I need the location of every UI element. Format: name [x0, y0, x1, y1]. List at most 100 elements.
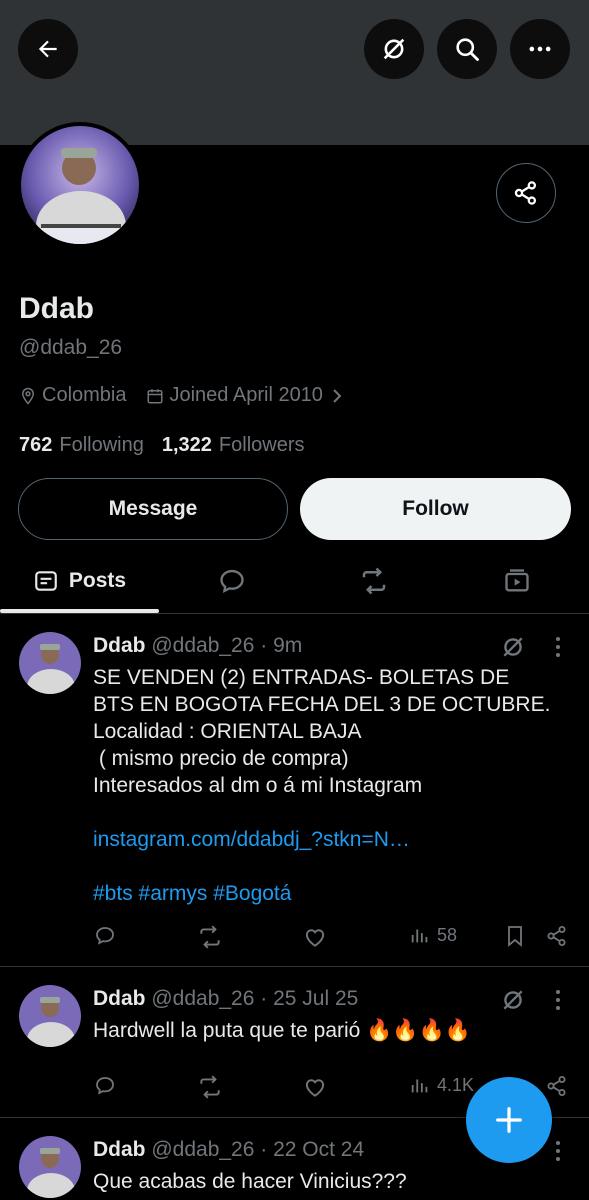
chevron-right-icon[interactable] [331, 388, 343, 404]
views-icon [411, 1079, 428, 1093]
post-avatar[interactable] [19, 1136, 81, 1198]
post-text-line: ( mismo precio de compra) [93, 747, 349, 770]
active-tab-indicator [0, 609, 159, 613]
grok-button[interactable] [364, 19, 424, 79]
post-avatar[interactable] [19, 985, 81, 1047]
repost-button[interactable] [197, 924, 223, 950]
post-header: Ddab @ddab_26 · 25 Jul 25 [93, 987, 358, 1011]
views-button[interactable]: 4.1K [409, 1074, 474, 1096]
repost-button[interactable] [197, 1074, 223, 1100]
heart-icon [305, 929, 325, 947]
profile-handle: @ddab_26 [19, 336, 123, 359]
post-author-handle: @ddab_26 [151, 987, 255, 1010]
post-author-handle: @ddab_26 [151, 634, 255, 657]
reply-icon [96, 1077, 114, 1095]
tab-posts-label: Posts [68, 569, 127, 592]
reply-button[interactable] [93, 924, 117, 948]
share-profile-button[interactable] [496, 163, 556, 223]
tab-replies[interactable] [159, 552, 304, 610]
profile-location: Colombia [42, 384, 127, 406]
post-header: Ddab @ddab_26 · 22 Oct 24 [93, 1138, 364, 1162]
post-more-icon[interactable] [548, 988, 568, 1012]
followers-link[interactable]: 1,322 Followers [162, 434, 305, 457]
post-actions: 58 [93, 924, 573, 954]
views-count: 4.1K [437, 1074, 475, 1095]
following-count: 762 [19, 434, 53, 456]
bookmark-icon [508, 926, 522, 947]
back-button[interactable] [18, 19, 78, 79]
tab-reposts[interactable] [304, 552, 444, 610]
share-icon [547, 926, 566, 946]
views-button[interactable]: 58 [409, 924, 457, 946]
profile-joined: Joined April 2010 [169, 384, 323, 406]
avatar-image [19, 632, 81, 694]
post-link[interactable]: instagram.com/ddabdj_?stkn=N… [93, 826, 573, 853]
following-label: Following [59, 434, 144, 456]
avatar-image [19, 1136, 81, 1198]
post-author-name[interactable]: Ddab [93, 1138, 146, 1161]
tab-posts[interactable]: Posts [0, 552, 159, 610]
share-icon [547, 1076, 566, 1096]
follow-button[interactable]: Follow [300, 478, 571, 540]
share-button[interactable] [545, 924, 569, 948]
post-text: Hardwell la puta que te parió 🔥🔥🔥🔥 [93, 1019, 471, 1042]
reply-button[interactable] [93, 1074, 117, 1098]
plus-icon [496, 1107, 522, 1133]
replies-icon [219, 569, 244, 594]
post-hashtags[interactable]: #bts #armys #Bogotá [93, 880, 573, 907]
calendar-icon [147, 388, 163, 403]
grok-icon[interactable] [500, 634, 526, 660]
repost-icon [200, 1075, 220, 1099]
like-button[interactable] [302, 1074, 328, 1100]
post-author-handle: @ddab_26 [151, 1138, 255, 1161]
post-header: Ddab @ddab_26 · 9m [93, 634, 302, 658]
posts-icon [35, 571, 57, 591]
post-time: · 25 Jul 25 [260, 987, 359, 1010]
post-item[interactable]: Ddab @ddab_26 · 9m SE VENDEN (2) ENTRADA… [0, 614, 589, 967]
follow-counts: 762 Following 1,322 Followers [19, 434, 305, 457]
search-icon [456, 38, 479, 61]
heart-icon [305, 1079, 325, 1097]
post-text-line: Interesados al dm o á mi Instagram [93, 774, 423, 797]
grok-icon [383, 38, 405, 60]
following-link[interactable]: 762 Following [19, 434, 144, 457]
views-count: 58 [437, 924, 458, 945]
reply-icon [96, 927, 114, 945]
back-arrow-icon [38, 40, 57, 58]
like-button[interactable] [302, 924, 328, 950]
followers-count: 1,322 [161, 434, 212, 456]
tab-media[interactable] [444, 552, 589, 610]
followers-label: Followers [218, 434, 305, 456]
post-text-line: BTS EN BOGOTA FECHA DEL 3 DE OCTUBRE. [93, 693, 551, 716]
post-more-icon[interactable] [548, 1139, 568, 1163]
post-text: Que acabas de hacer Vinicius??? [93, 1170, 407, 1193]
message-button[interactable]: Message [18, 478, 288, 540]
views-icon [411, 929, 428, 943]
profile-avatar[interactable] [17, 122, 143, 248]
profile-meta: Colombia Joined April 2010 [19, 384, 348, 407]
post-author-name[interactable]: Ddab [93, 987, 146, 1010]
bookmark-button[interactable] [503, 924, 527, 948]
avatar-image [21, 126, 139, 244]
post-time: · 22 Oct 24 [260, 1138, 365, 1161]
media-icon [504, 569, 529, 592]
post-time: · 9m [260, 634, 303, 657]
grok-icon[interactable] [500, 987, 526, 1013]
post-body: SE VENDEN (2) ENTRADAS- BOLETAS DE BTS E… [93, 664, 573, 907]
share-icon [514, 181, 537, 205]
profile-name: Ddab [19, 292, 94, 325]
post-more-icon[interactable] [548, 635, 568, 659]
search-button[interactable] [437, 19, 497, 79]
post-avatar[interactable] [19, 632, 81, 694]
share-button[interactable] [545, 1074, 569, 1098]
repost-icon [200, 925, 220, 949]
post-author-name[interactable]: Ddab [93, 634, 146, 657]
more-icon [529, 46, 551, 52]
profile-tabs: Posts [0, 552, 589, 614]
compose-post-button[interactable] [466, 1077, 552, 1163]
post-text-line: Localidad : ORIENTAL BAJA [93, 720, 362, 743]
more-button[interactable] [510, 19, 570, 79]
reposts-icon [362, 567, 386, 595]
post-text-line: SE VENDEN (2) ENTRADAS- BOLETAS DE [93, 666, 510, 689]
avatar-image [19, 985, 81, 1047]
